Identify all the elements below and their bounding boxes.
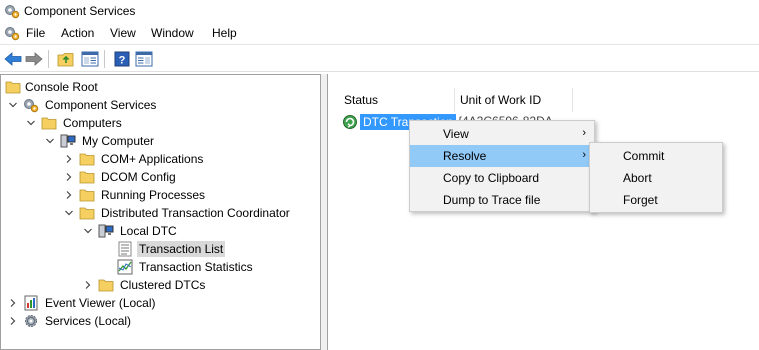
- menu-bar: File Action View Window Help: [0, 23, 759, 44]
- computer-icon: [98, 223, 114, 239]
- component-services-icon: [4, 3, 20, 19]
- tree-item-event-viewer[interactable]: Event Viewer (Local): [23, 294, 158, 312]
- up-folder-icon[interactable]: [56, 49, 76, 69]
- tree-item-label: Services (Local): [45, 314, 132, 328]
- list-icon: [117, 241, 133, 257]
- menu-item-commit[interactable]: Commit: [590, 145, 722, 167]
- menu-item-label: Copy to Clipboard: [443, 171, 540, 185]
- gear-icon: [23, 313, 39, 329]
- tree-item-label: DCOM Config: [101, 170, 176, 184]
- tree-item-console-root[interactable]: Console Root: [5, 78, 100, 96]
- tree-item-label: Transaction Statistics: [139, 260, 253, 274]
- menu-item-label: View: [443, 127, 469, 141]
- event-viewer-icon: [23, 295, 39, 311]
- menu-action[interactable]: Action: [59, 26, 96, 40]
- menu-window[interactable]: Window: [149, 26, 196, 40]
- folder-icon: [79, 151, 95, 167]
- component-services-icon: [23, 97, 39, 113]
- tree-item-label: Local DTC: [120, 224, 177, 238]
- chevron-right-icon[interactable]: [64, 172, 74, 182]
- chevron-down-icon[interactable]: [45, 136, 55, 146]
- menu-item-label: Forget: [623, 193, 658, 207]
- forward-arrow-icon[interactable]: [24, 49, 44, 69]
- tree-item-clustered-dtcs[interactable]: Clustered DTCs: [98, 276, 207, 294]
- menu-item-copy-to-clipboard[interactable]: Copy to Clipboard: [410, 167, 594, 189]
- resolve-submenu: Commit Abort Forget: [589, 142, 723, 213]
- toolbar-separator: [48, 50, 49, 68]
- folder-icon: [41, 115, 57, 131]
- chart-icon: [117, 259, 133, 275]
- submenu-arrow-icon: ›: [582, 127, 586, 139]
- show-action-pane-icon[interactable]: [134, 49, 154, 69]
- tree-item-label: Computers: [63, 116, 122, 130]
- column-header-status[interactable]: Status: [339, 88, 455, 112]
- column-header-label: Unit of Work ID: [460, 93, 542, 107]
- chevron-right-icon[interactable]: [8, 316, 18, 326]
- chevron-right-icon[interactable]: [83, 280, 93, 290]
- menu-item-label: Dump to Trace file: [443, 193, 541, 207]
- menu-item-resolve[interactable]: Resolve ›: [410, 145, 594, 167]
- window-title: Component Services: [24, 4, 136, 18]
- tree-item-dtc[interactable]: Distributed Transaction Coordinator: [79, 204, 292, 222]
- tree-item-label: Event Viewer (Local): [45, 296, 156, 310]
- svg-text:?: ?: [119, 55, 126, 67]
- chevron-down-icon[interactable]: [64, 208, 74, 218]
- menu-item-label: Commit: [623, 149, 665, 163]
- tree-item-computers[interactable]: Computers: [41, 114, 124, 132]
- help-icon[interactable]: ?: [112, 49, 132, 69]
- chevron-down-icon[interactable]: [8, 100, 18, 110]
- tree-item-my-computer[interactable]: My Computer: [60, 132, 156, 150]
- tree-pane[interactable]: Console Root Component Services Computer…: [0, 74, 321, 350]
- tree-item-services[interactable]: Services (Local): [23, 312, 133, 330]
- folder-icon: [79, 169, 95, 185]
- menu-item-label: Resolve: [443, 149, 487, 163]
- menu-item-forget[interactable]: Forget: [590, 189, 722, 211]
- tree-item-label: Clustered DTCs: [120, 278, 206, 292]
- menu-item-abort[interactable]: Abort: [590, 167, 722, 189]
- chevron-down-icon[interactable]: [83, 226, 93, 236]
- tree-item-label: Distributed Transaction Coordinator: [101, 206, 290, 220]
- chevron-right-icon[interactable]: [8, 298, 18, 308]
- tree-item-label: COM+ Applications: [101, 152, 204, 166]
- menu-view[interactable]: View: [108, 26, 138, 40]
- tree-item-dcom-config[interactable]: DCOM Config: [79, 168, 178, 186]
- chevron-right-icon[interactable]: [64, 154, 74, 164]
- menu-help[interactable]: Help: [210, 26, 239, 40]
- folder-icon: [79, 187, 95, 203]
- menu-item-label: Abort: [623, 171, 652, 185]
- tree-item-local-dtc[interactable]: Local DTC: [98, 222, 179, 240]
- tree-item-label: Component Services: [45, 98, 157, 112]
- show-hide-tree-icon[interactable]: [80, 49, 100, 69]
- folder-icon: [79, 205, 95, 221]
- tree-item-transaction-list[interactable]: Transaction List: [117, 240, 226, 258]
- title-bar: Component Services: [0, 0, 759, 23]
- tree-item-running-processes[interactable]: Running Processes: [79, 186, 207, 204]
- computer-icon: [60, 133, 76, 149]
- tree-item-label: Transaction List: [137, 241, 226, 257]
- tree-item-transaction-statistics[interactable]: Transaction Statistics: [117, 258, 255, 276]
- menu-file[interactable]: File: [24, 26, 47, 40]
- tree-item-com-applications[interactable]: COM+ Applications: [79, 150, 205, 168]
- menu-item-view[interactable]: View ›: [410, 123, 594, 145]
- column-header-unit-of-work-id[interactable]: Unit of Work ID: [455, 88, 573, 112]
- folder-icon: [5, 79, 21, 95]
- system-menu-icon[interactable]: [4, 25, 20, 41]
- folder-icon: [98, 277, 114, 293]
- tree-item-component-services[interactable]: Component Services: [23, 96, 158, 114]
- transaction-icon: [342, 114, 358, 130]
- toolbar: ?: [0, 44, 759, 72]
- tree-item-label: Running Processes: [101, 188, 206, 202]
- context-menu: View › Resolve › Copy to Clipboard Dump …: [409, 120, 595, 212]
- menu-item-dump-to-trace-file[interactable]: Dump to Trace file: [410, 189, 594, 211]
- tree-item-label: My Computer: [82, 134, 155, 148]
- chevron-right-icon[interactable]: [64, 190, 74, 200]
- submenu-arrow-icon: ›: [582, 149, 586, 161]
- tree-item-label: Console Root: [25, 80, 98, 94]
- toolbar-separator: [104, 50, 105, 68]
- column-header-label: Status: [344, 93, 379, 107]
- back-arrow-icon[interactable]: [3, 49, 23, 69]
- chevron-down-icon[interactable]: [26, 118, 36, 128]
